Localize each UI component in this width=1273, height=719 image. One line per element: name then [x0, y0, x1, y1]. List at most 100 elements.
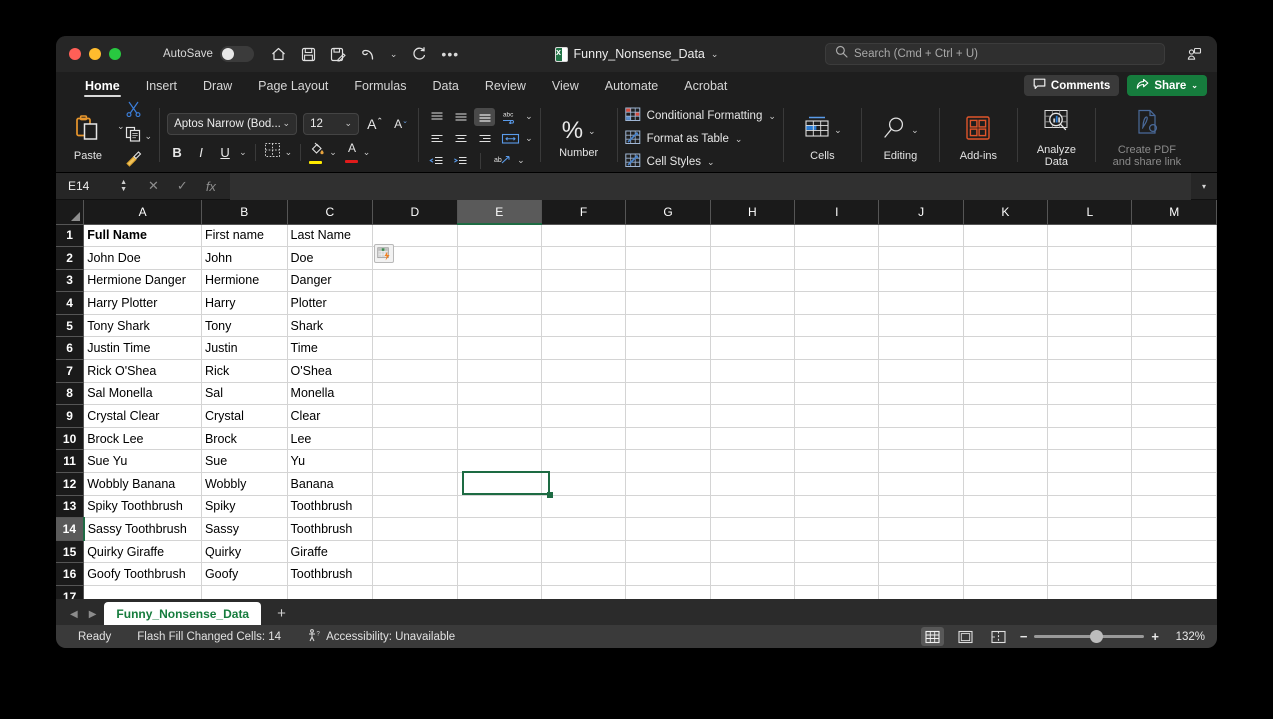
cell-J16[interactable]: [878, 562, 964, 586]
row-header-5[interactable]: 5: [56, 314, 85, 338]
cell-L17[interactable]: [1047, 585, 1133, 599]
align-middle-icon[interactable]: [450, 108, 471, 126]
column-header-M[interactable]: M: [1131, 200, 1217, 225]
cell-B14[interactable]: Sassy: [201, 517, 288, 541]
cell-A13[interactable]: Spiky Toothbrush: [83, 495, 202, 519]
accessibility-status[interactable]: ? Accessibility: Unavailable: [307, 628, 455, 645]
cell-I10[interactable]: [794, 427, 880, 451]
cell-M6[interactable]: [1131, 336, 1217, 361]
cell-D7[interactable]: [372, 359, 458, 383]
cell-K17[interactable]: [963, 585, 1049, 599]
more-commands-icon[interactable]: •••: [441, 47, 459, 61]
cell-E1[interactable]: [457, 224, 542, 248]
cell-D4[interactable]: [372, 291, 458, 315]
cell-K4[interactable]: [963, 291, 1049, 315]
cell-M3[interactable]: [1131, 269, 1217, 293]
cell-M15[interactable]: [1131, 540, 1217, 564]
cell-M2[interactable]: [1131, 246, 1217, 270]
increase-indent-icon[interactable]: [450, 152, 471, 170]
cell-G1[interactable]: [625, 224, 711, 248]
align-right-icon[interactable]: [474, 130, 495, 148]
cell-I8[interactable]: [794, 382, 880, 406]
cell-B6[interactable]: Justin: [201, 336, 288, 361]
cell-B3[interactable]: Hermione: [201, 269, 288, 293]
cell-D16[interactable]: [372, 562, 458, 586]
cell-E12[interactable]: [457, 472, 542, 496]
insert-function-icon[interactable]: fx: [206, 179, 216, 194]
cell-styles-button[interactable]: Cell Styles ⌄: [624, 153, 776, 171]
redo-icon[interactable]: [411, 46, 427, 62]
undo-caret-icon[interactable]: ⌄: [390, 49, 398, 60]
cell-A9[interactable]: Crystal Clear: [83, 404, 202, 428]
cell-I9[interactable]: [794, 404, 880, 428]
cell-F17[interactable]: [541, 585, 627, 599]
wrap-text-icon[interactable]: abc: [498, 108, 522, 126]
cell-E11[interactable]: [457, 449, 542, 474]
cell-H2[interactable]: [710, 246, 796, 270]
cell-K16[interactable]: [963, 562, 1049, 586]
cell-B15[interactable]: Quirky: [201, 540, 288, 564]
cell-J6[interactable]: [878, 336, 964, 361]
column-header-B[interactable]: B: [201, 200, 288, 225]
cell-G14[interactable]: [625, 517, 711, 541]
column-header-J[interactable]: J: [878, 200, 964, 225]
cell-M14[interactable]: [1131, 517, 1217, 541]
cell-L5[interactable]: [1047, 314, 1133, 338]
cell-G9[interactable]: [625, 404, 711, 428]
save-icon[interactable]: [301, 47, 316, 62]
add-sheet-button[interactable]: +: [261, 605, 302, 625]
cell-H14[interactable]: [710, 517, 796, 541]
align-top-icon[interactable]: [426, 108, 447, 126]
cell-A5[interactable]: Tony Shark: [83, 314, 202, 338]
decrease-font-size-icon[interactable]: A⌄: [391, 117, 411, 131]
row-header-10[interactable]: 10: [56, 427, 85, 451]
cell-B9[interactable]: Crystal: [201, 404, 288, 428]
cell-J14[interactable]: [878, 517, 964, 541]
bold-button[interactable]: B: [167, 145, 187, 160]
paste-caret-icon[interactable]: ⌄: [117, 121, 125, 132]
row-header-8[interactable]: 8: [56, 382, 85, 406]
number-format-button[interactable]: % ⌄ Number: [548, 111, 610, 160]
cell-L2[interactable]: [1047, 246, 1133, 270]
cell-G4[interactable]: [625, 291, 711, 315]
cell-K9[interactable]: [963, 404, 1049, 428]
copy-caret-icon[interactable]: ⌄: [145, 131, 153, 142]
cell-A7[interactable]: Rick O'Shea: [83, 359, 202, 383]
tab-review[interactable]: Review: [472, 79, 539, 97]
cell-F3[interactable]: [541, 269, 627, 293]
fill-handle[interactable]: [547, 492, 553, 498]
cell-J11[interactable]: [878, 449, 964, 474]
cell-L4[interactable]: [1047, 291, 1133, 315]
document-title-caret-icon[interactable]: ⌄: [711, 49, 719, 60]
row-header-1[interactable]: 1: [56, 224, 85, 248]
comments-button[interactable]: Comments: [1023, 75, 1120, 96]
undo-icon[interactable]: [360, 47, 376, 62]
cell-C13[interactable]: Toothbrush: [287, 495, 374, 519]
cell-H9[interactable]: [710, 404, 796, 428]
cell-I13[interactable]: [794, 495, 880, 519]
addins-button[interactable]: Add-ins: [947, 108, 1010, 162]
autosave-toggle[interactable]: [219, 46, 254, 62]
cell-D17[interactable]: [372, 585, 458, 599]
cell-K2[interactable]: [963, 246, 1049, 270]
cell-M13[interactable]: [1131, 495, 1217, 519]
tab-insert[interactable]: Insert: [133, 79, 190, 97]
column-header-K[interactable]: K: [963, 200, 1049, 225]
cell-J4[interactable]: [878, 291, 964, 315]
cell-C5[interactable]: Shark: [287, 314, 374, 338]
cell-D5[interactable]: [372, 314, 458, 338]
cell-B2[interactable]: John: [201, 246, 288, 270]
format-as-table-button[interactable]: Format as Table ⌄: [624, 130, 776, 148]
cell-D10[interactable]: [372, 427, 458, 451]
cell-I16[interactable]: [794, 562, 880, 586]
cell-A16[interactable]: Goofy Toothbrush: [83, 562, 202, 586]
cell-J17[interactable]: [878, 585, 964, 599]
column-header-I[interactable]: I: [794, 200, 880, 225]
cell-M8[interactable]: [1131, 382, 1217, 406]
format-painter-icon[interactable]: [125, 151, 142, 172]
cell-K1[interactable]: [963, 224, 1049, 248]
cell-A4[interactable]: Harry Plotter: [83, 291, 202, 315]
window-controls[interactable]: [56, 48, 121, 60]
cell-J12[interactable]: [878, 472, 964, 496]
cell-K15[interactable]: [963, 540, 1049, 564]
